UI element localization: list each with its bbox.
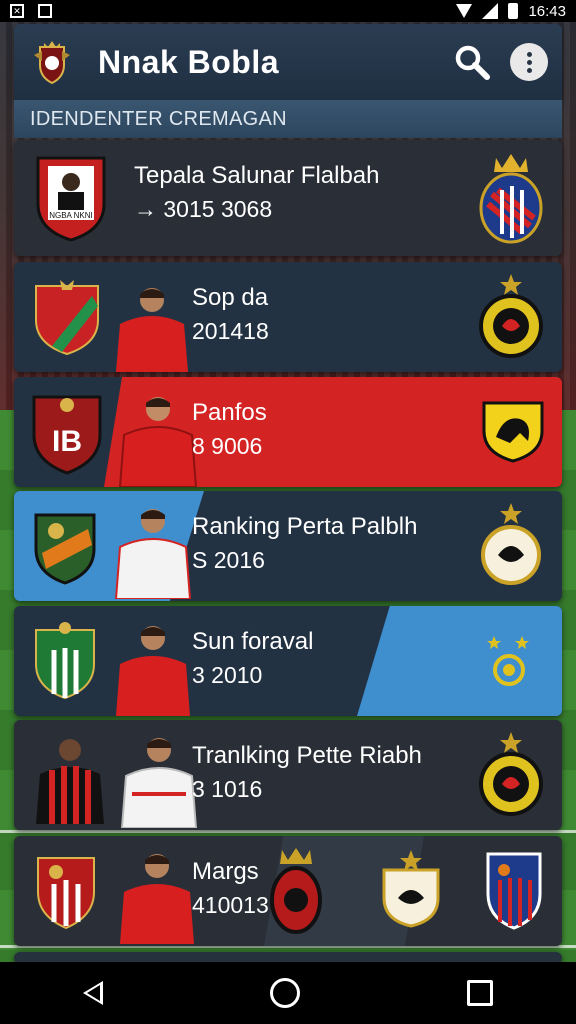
club-crest-icon (486, 852, 542, 930)
more-vert-icon (526, 51, 532, 57)
club-crest-icon: NGBA NKNI (36, 156, 106, 242)
player-photo-icon (120, 738, 198, 828)
club-crest-icon (270, 848, 322, 934)
card-subtitle: → 3015 3068 (134, 196, 273, 222)
card-title: Panfos (192, 399, 267, 426)
club-crest-icon (479, 732, 543, 816)
app-title: Nnak Bobla (98, 43, 280, 80)
screenshot-icon (38, 4, 52, 18)
card-title: Ranking Perta Palblh (192, 513, 418, 540)
recents-button[interactable] (466, 980, 493, 1006)
section-header: IDENDENTER CREMAGAN (14, 100, 562, 138)
list-item[interactable]: Sop da 201418 (14, 262, 562, 372)
club-crest-icon (35, 280, 99, 356)
club-crest-icon (479, 154, 543, 244)
crest-text: IB (52, 425, 82, 458)
club-crest-icon (482, 401, 544, 463)
card-subtitle: 8 9006 (192, 433, 263, 459)
wifi-icon (456, 4, 473, 18)
card-subtitle: 3 1016 (192, 776, 263, 802)
home-icon (269, 978, 300, 1008)
notification-icon: ✕ (10, 4, 24, 18)
club-crest-icon: IB (32, 395, 102, 475)
card-subtitle: 201418 (192, 318, 269, 344)
back-button[interactable] (83, 981, 104, 1005)
list-item[interactable]: Margs 410013 (14, 836, 562, 946)
app-logo-icon (34, 41, 70, 85)
player-photo-icon (116, 288, 188, 372)
more-options-button[interactable] (510, 43, 548, 81)
card-title: Tranlking Pette Riabh (192, 742, 422, 769)
crest-text: NGBA NKNI (49, 211, 93, 220)
list-item[interactable]: Sun foraval 3 2010 (14, 606, 562, 716)
card-title: Margs (192, 858, 259, 885)
search-icon (455, 45, 490, 80)
home-button[interactable] (269, 978, 300, 1008)
club-crest-icon (487, 636, 529, 686)
list-item[interactable]: Ranking Perta Palblh S 2016 (14, 491, 562, 601)
navigation-bar (0, 962, 576, 1024)
back-icon (83, 981, 104, 1005)
battery-icon (508, 3, 519, 19)
card-subtitle: S 2016 (192, 547, 265, 573)
club-crest-icon (479, 274, 543, 358)
player-photo-icon (116, 626, 190, 716)
list-item[interactable]: IB Panfos 8 9006 (14, 377, 562, 487)
status-bar: ✕ 16:43 (0, 0, 576, 22)
player-photo-icon (114, 509, 192, 599)
club-crest-icon (481, 503, 541, 585)
club-crest-icon (382, 850, 440, 928)
player-photo-icon (120, 854, 194, 944)
club-crest-icon (34, 513, 96, 585)
recents-icon (466, 980, 493, 1006)
card-title: Tepala Salunar Flalbah (134, 162, 380, 189)
card-subtitle: 3 2010 (192, 662, 263, 688)
card-title: Sop da (192, 284, 269, 311)
app-bar: Nnak Bobla (14, 24, 562, 100)
signal-icon (482, 3, 499, 19)
card-title: Sun foraval (192, 628, 314, 655)
status-time: 16:43 (528, 2, 566, 20)
card-subtitle: 410013 (192, 892, 269, 918)
search-button[interactable] (452, 42, 492, 82)
list-item[interactable]: Tranlking Pette Riabh 3 1016 (14, 720, 562, 830)
club-crest-icon (35, 622, 95, 700)
list-item[interactable]: NGBA NKNI Tepala Salunar Flalbah → 3015 … (14, 140, 562, 256)
club-crest-icon (37, 857, 95, 930)
player-photo-icon (36, 739, 104, 824)
